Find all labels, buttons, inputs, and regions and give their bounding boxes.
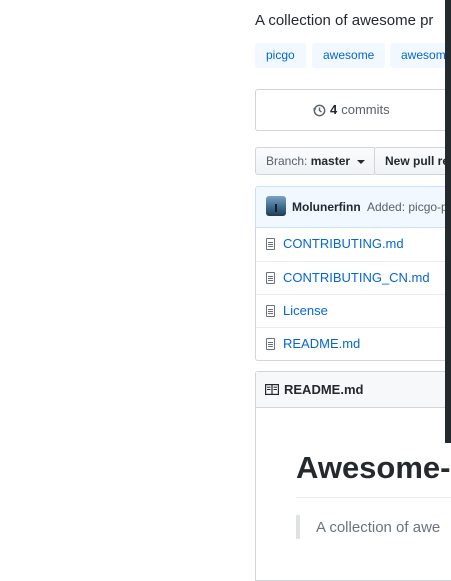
commits-label: commits	[341, 102, 390, 117]
file-link[interactable]: README.md	[283, 336, 360, 351]
file-link[interactable]: CONTRIBUTING.md	[283, 236, 404, 251]
readme-title: README.md	[284, 382, 364, 397]
file-icon	[266, 305, 275, 317]
branch-select-button[interactable]: Branch: master	[255, 147, 377, 175]
readme-header: README.md	[256, 372, 451, 408]
readme-panel: README.md Awesome- A collection of awe	[255, 371, 451, 581]
latest-commit-bar: Molunerfinn Added: picgo-p	[255, 186, 451, 228]
commits-link[interactable]: 4 commits	[312, 102, 390, 117]
divider	[296, 497, 451, 498]
list-item: README.md	[256, 327, 451, 360]
file-icon	[266, 338, 275, 350]
list-item: CONTRIBUTING.md	[256, 228, 451, 261]
book-icon	[265, 384, 279, 395]
repo-summary-bar: 4 commits	[255, 89, 451, 131]
branch-label: Branch:	[266, 154, 308, 168]
commit-info: Molunerfinn Added: picgo-p	[292, 200, 448, 214]
blockquote-bar	[296, 515, 300, 539]
list-item: License	[256, 294, 451, 327]
file-link[interactable]: License	[283, 303, 328, 318]
readme-heading: Awesome-	[296, 450, 451, 485]
file-link[interactable]: CONTRIBUTING_CN.md	[283, 270, 430, 285]
commits-count: 4	[330, 102, 338, 117]
file-icon	[266, 238, 275, 250]
commit-author-link[interactable]: Molunerfinn	[292, 200, 361, 214]
list-item: CONTRIBUTING_CN.md	[256, 261, 451, 294]
commit-message-link[interactable]: Added: picgo-p	[367, 200, 448, 214]
history-icon	[312, 104, 326, 116]
readme-blockquote: A collection of awe	[316, 519, 441, 536]
new-pull-request-button[interactable]: New pull re	[374, 147, 451, 175]
avatar[interactable]	[266, 196, 286, 216]
topic-tag-picgo[interactable]: picgo	[255, 43, 306, 68]
repo-description: A collection of awesome pr	[255, 12, 434, 29]
dropdown-caret-icon	[357, 159, 366, 164]
file-icon	[266, 272, 275, 284]
topic-tag-awesome-2[interactable]: awesome	[390, 43, 451, 68]
window-edge	[445, 0, 451, 443]
topic-tag-awesome[interactable]: awesome	[312, 43, 386, 68]
branch-value: master	[310, 154, 351, 168]
file-list: CONTRIBUTING.md CONTRIBUTING_CN.md Licen…	[255, 228, 451, 361]
